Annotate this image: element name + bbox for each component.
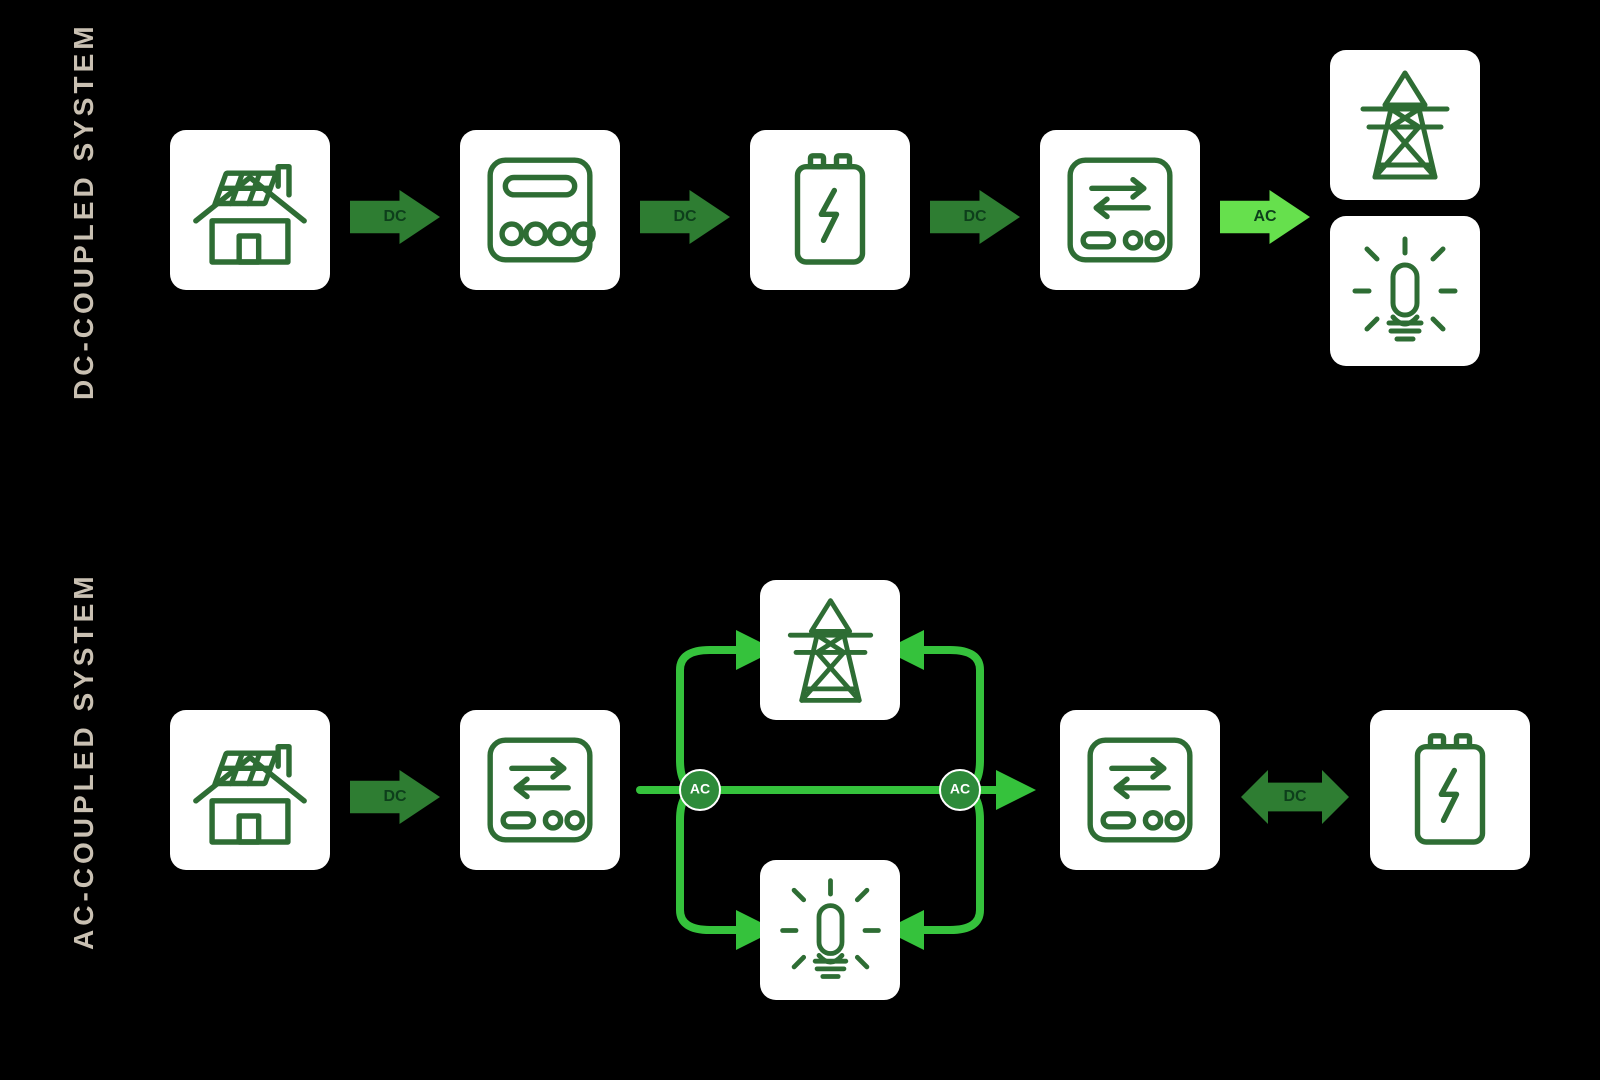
bulb-icon bbox=[1345, 231, 1465, 351]
inverter-icon bbox=[1075, 725, 1205, 855]
ac-bus-node-right: AC bbox=[950, 781, 970, 797]
ac-system-title: AC-Coupled System bbox=[70, 610, 98, 950]
ac-node-battery-inverter bbox=[1060, 710, 1220, 870]
dc-system-title: DC-Coupled System bbox=[70, 60, 98, 400]
battery-icon bbox=[1385, 725, 1515, 855]
dc-flow-3: DC bbox=[930, 190, 1020, 244]
ac-node-grid bbox=[760, 580, 900, 720]
controller-icon bbox=[475, 145, 605, 275]
house-solar-icon bbox=[185, 145, 315, 275]
dc-node-inverter bbox=[1040, 130, 1200, 290]
ac-node-pv-inverter bbox=[460, 710, 620, 870]
dc-flow-1: DC bbox=[350, 190, 440, 244]
ac-node-load bbox=[760, 860, 900, 1000]
inverter-icon bbox=[475, 725, 605, 855]
ac-flow-battery: DC bbox=[1240, 770, 1350, 824]
grid-tower-icon bbox=[773, 593, 888, 708]
dc-node-charge-controller bbox=[460, 130, 620, 290]
battery-icon bbox=[765, 145, 895, 275]
ac-node-solar-house bbox=[170, 710, 330, 870]
ac-flow-battery-label: DC bbox=[1283, 788, 1306, 806]
bulb-icon bbox=[773, 873, 888, 988]
dc-flow-4: AC bbox=[1220, 190, 1310, 244]
inverter-icon bbox=[1055, 145, 1185, 275]
dc-node-battery bbox=[750, 130, 910, 290]
diagram-canvas: DC-Coupled System DC DC DC AC AC- bbox=[0, 0, 1600, 1080]
dc-node-load bbox=[1330, 216, 1480, 366]
house-solar-icon bbox=[185, 725, 315, 855]
dc-flow-2: DC bbox=[640, 190, 730, 244]
dc-node-solar-house bbox=[170, 130, 330, 290]
grid-tower-icon bbox=[1345, 65, 1465, 185]
ac-bus-node-left: AC bbox=[690, 781, 710, 797]
ac-node-battery bbox=[1370, 710, 1530, 870]
ac-flow-1: DC bbox=[350, 770, 440, 824]
dc-node-grid bbox=[1330, 50, 1480, 200]
